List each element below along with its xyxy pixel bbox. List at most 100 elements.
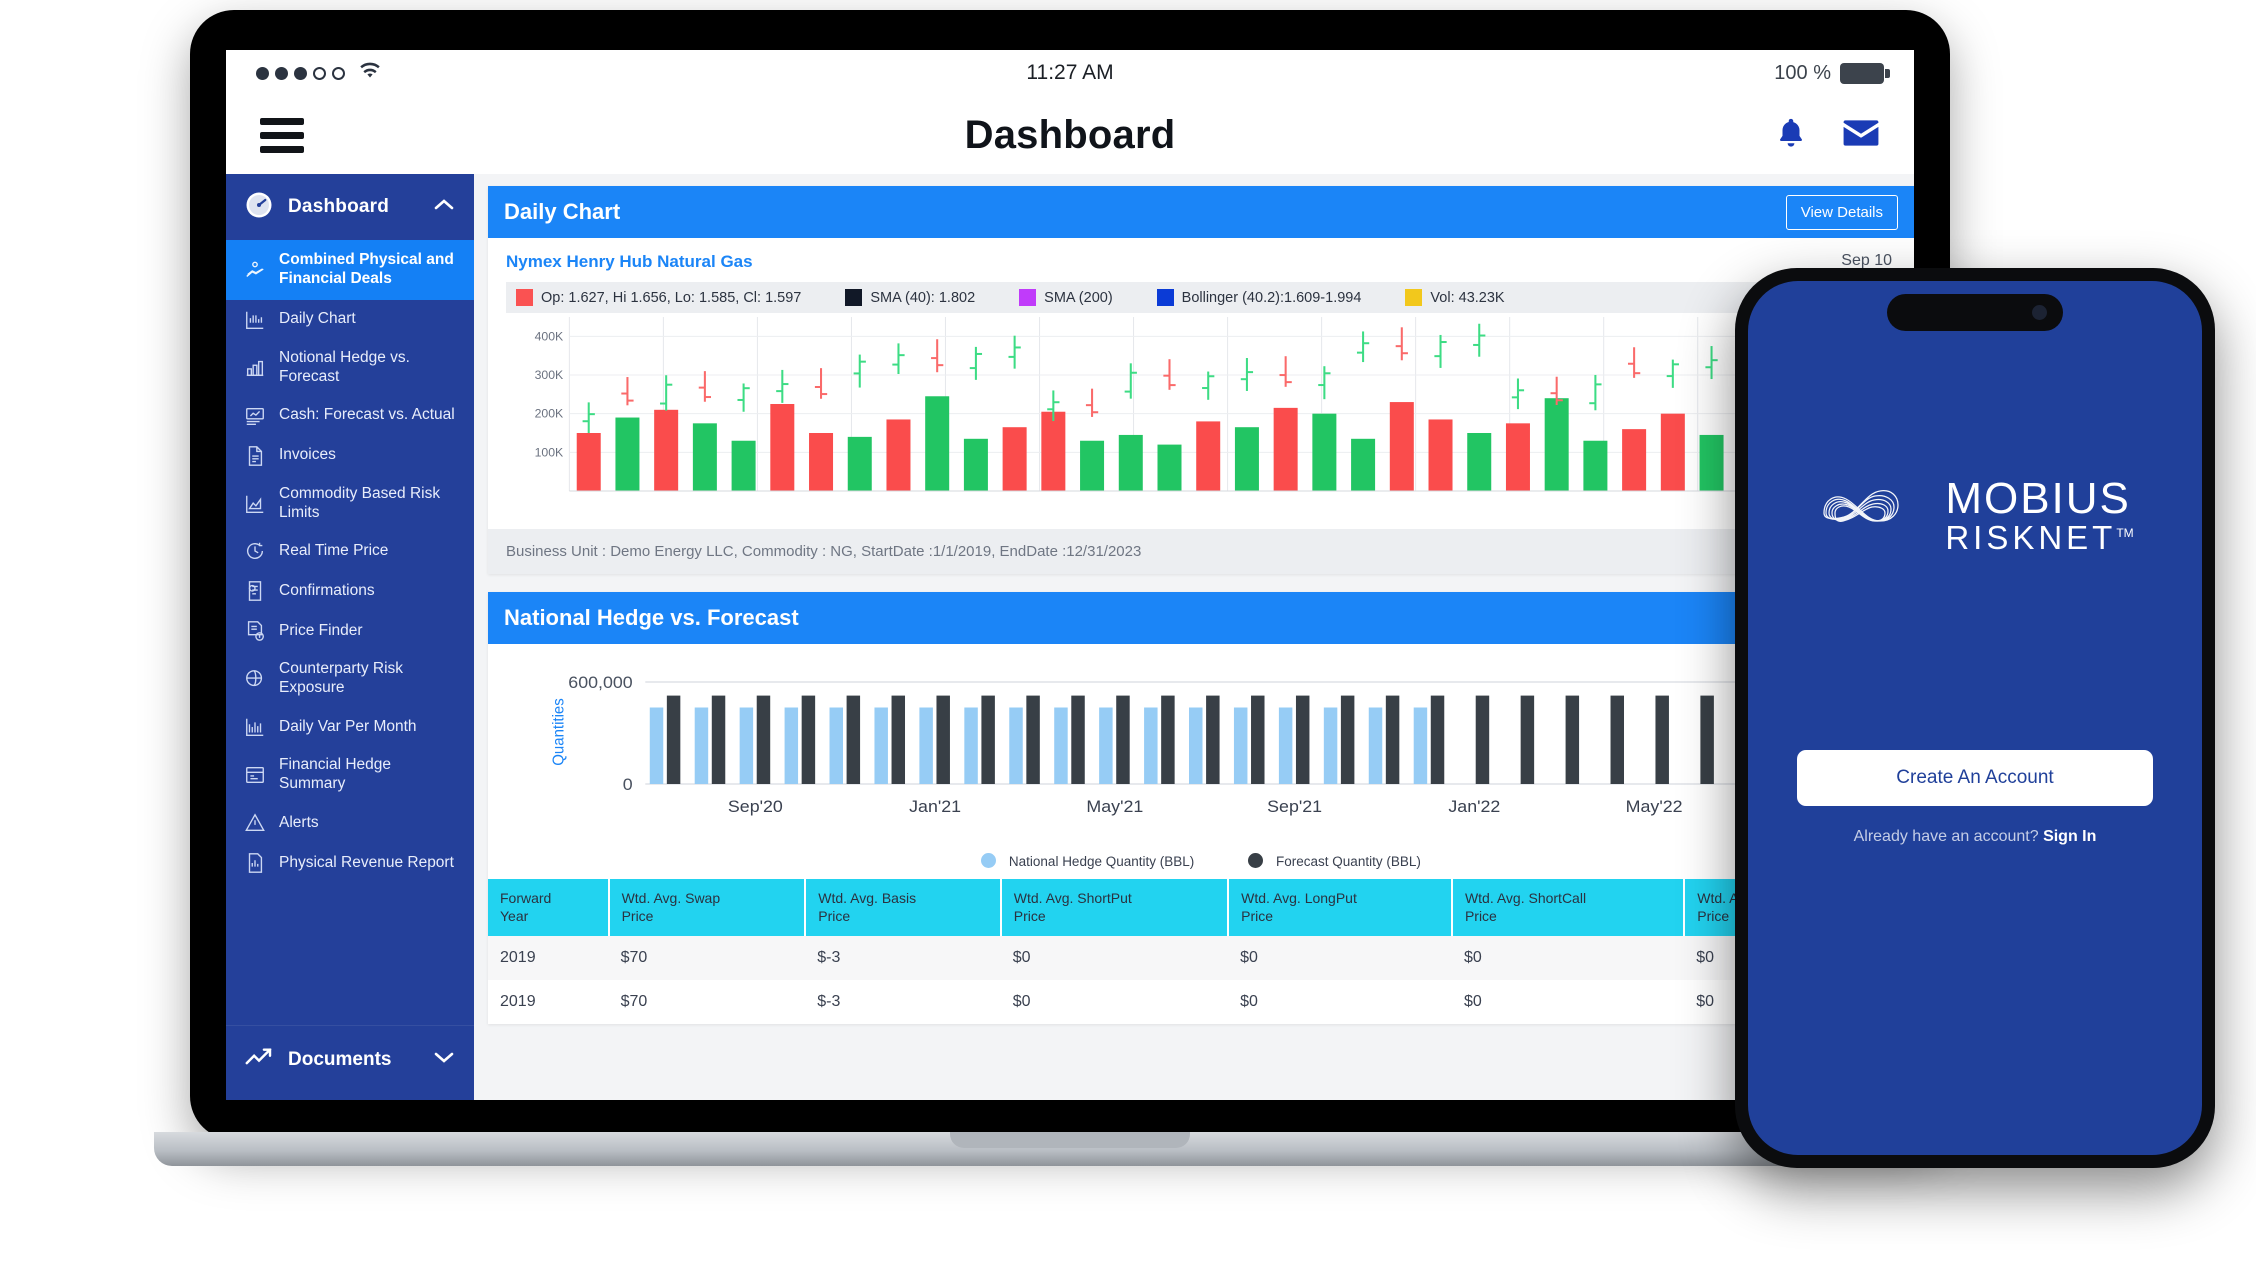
phone-bezel: MOBIUS RISKNETTM Create An Account Alrea… xyxy=(1735,268,2215,1168)
sidebar-header-dashboard[interactable]: Dashboard xyxy=(226,174,474,240)
legend-swatch-bollinger xyxy=(1156,289,1174,306)
trend-line-icon xyxy=(244,1046,274,1074)
sidebar-item-invoices[interactable]: Invoices xyxy=(226,436,474,476)
hamburger-menu-icon[interactable] xyxy=(260,117,304,153)
national-hedge-legend: National Hedge Quantity (BBL) Forecast Q… xyxy=(488,841,1914,879)
sidebar-item-notional-hedge-vs-forecast[interactable]: Notional Hedge vs. Forecast xyxy=(226,340,474,396)
histogram-icon xyxy=(244,716,266,738)
svg-text:Quantities: Quantities xyxy=(550,698,567,766)
sidebar-item-combined-physical-and-financial-deals[interactable]: Combined Physical and Financial Deals xyxy=(226,240,474,300)
table-cell: $70 xyxy=(620,993,648,1010)
front-camera-icon xyxy=(2032,305,2047,320)
table-cell: $-3 xyxy=(817,949,841,966)
svg-text:Jan'21: Jan'21 xyxy=(909,796,961,816)
daily-chart-footer-info: Business Unit : Demo Energy LLC, Commodi… xyxy=(488,529,1914,574)
sidebar-item-confirmations[interactable]: Confirmations xyxy=(226,571,474,611)
sidebar: Dashboard Combined Physical and Financia… xyxy=(226,174,474,1100)
svg-text:100K: 100K xyxy=(535,445,564,459)
table-header-row: Forward Year Wtd. Avg. Swap Price Wtd. Avg. … xyxy=(488,879,1914,936)
table-cell: $0 xyxy=(1012,949,1031,966)
sidebar-item-label: Price Finder xyxy=(279,621,363,639)
document-icon xyxy=(244,445,266,467)
sidebar-item-documents[interactable]: Documents xyxy=(226,1025,474,1100)
sidebar-item-label: Notional Hedge vs. Forecast xyxy=(279,348,410,385)
laptop-bezel: 11:27 AM 100 % Dashboard Dashboard Combi… xyxy=(190,10,1950,1140)
main-content: Daily Chart View Details Nymex Henry Hub… xyxy=(474,174,1914,1100)
sidebar-item-real-time-price[interactable]: Real Time Price xyxy=(226,531,474,571)
brand-name-bottom-text: RISKNET xyxy=(1945,519,2117,556)
brand-name-top: MOBIUS xyxy=(1945,474,2131,523)
trademark-symbol: TM xyxy=(2116,526,2134,540)
legend-forecast-quantity: Forecast Quantity (BBL) xyxy=(1248,853,1421,869)
legend-label-forecast: Forecast Quantity (BBL) xyxy=(1276,854,1421,869)
sidebar-item-counterparty-risk-exposure[interactable]: Counterparty Risk Exposure xyxy=(226,651,474,707)
signin-prompt: Already have an account? Sign In xyxy=(1854,828,2097,846)
legend-ohlc: Op: 1.627, Hi 1.656, Lo: 1.585, Cl: 1.59… xyxy=(516,289,801,306)
legend-national-hedge-quantity: National Hedge Quantity (BBL) xyxy=(981,853,1194,869)
chevron-down-icon[interactable] xyxy=(432,1049,456,1071)
sidebar-item-label: Cash: Forecast vs. Actual xyxy=(279,406,455,424)
daily-chart-subtitle-row: Nymex Henry Hub Natural Gas Sep 10 xyxy=(488,238,1914,274)
national-hedge-chart: 0 600,000 Quantities Sep'20 Jan'21 May'21 Sep'… xyxy=(488,644,1914,841)
table-cell: $70 xyxy=(620,949,648,966)
table-cell: $0 xyxy=(1012,993,1031,1010)
laptop-device: 11:27 AM 100 % Dashboard Dashboard Combi… xyxy=(154,10,1986,1166)
sidebar-item-label: Daily Chart xyxy=(279,310,356,328)
laptop-screen: 11:27 AM 100 % Dashboard Dashboard Combi… xyxy=(226,50,1914,1100)
sidebar-item-physical-revenue-report[interactable]: Physical Revenue Report xyxy=(226,843,474,883)
sidebar-item-daily-chart[interactable]: Daily Chart xyxy=(226,300,474,340)
hedge-summary-icon xyxy=(244,764,266,786)
legend-label-bollinger: Bollinger (40.2):1.609-1.994 xyxy=(1181,289,1362,306)
legend-label-ohlc: Op: 1.627, Hi 1.656, Lo: 1.585, Cl: 1.59… xyxy=(541,289,802,306)
svg-text:May'21: May'21 xyxy=(1086,796,1143,816)
handshake-money-icon xyxy=(244,259,266,281)
table-row[interactable]: 2019 $70 $-3 $0 $0 $0 $0 xyxy=(488,980,1913,1024)
sidebar-item-financial-hedge-summary[interactable]: Financial Hedge Summary xyxy=(226,747,474,803)
sidebar-item-label: Financial Hedge Summary xyxy=(279,756,392,793)
sidebar-item-daily-var-per-month[interactable]: Daily Var Per Month xyxy=(226,707,474,747)
legend-dot-hedge xyxy=(981,853,997,868)
area-chart-icon xyxy=(244,493,266,515)
price-document-icon xyxy=(244,620,266,642)
daily-chart-legend: Op: 1.627, Hi 1.656, Lo: 1.585, Cl: 1.59… xyxy=(506,282,1896,313)
table-column-header: Wtd. Avg. LongPut Price xyxy=(1228,879,1453,936)
battery-indicator: 100 % xyxy=(1774,62,1890,85)
table-column-header: Wtd. Avg. Basis Price xyxy=(805,879,1002,936)
table-cell: $0 xyxy=(1463,949,1482,966)
screenshot-stage: 11:27 AM 100 % Dashboard Dashboard Combi… xyxy=(0,0,2256,1266)
legend-label-sma200: SMA (200) xyxy=(1044,289,1113,306)
sidebar-item-alerts[interactable]: Alerts xyxy=(226,803,474,843)
mail-envelope-icon[interactable] xyxy=(1842,118,1880,153)
legend-swatch-ohlc xyxy=(516,289,533,306)
svg-text:0: 0 xyxy=(623,774,633,794)
sidebar-footer-label: Documents xyxy=(288,1049,392,1070)
create-account-button[interactable]: Create An Account xyxy=(1797,750,2153,806)
view-details-button[interactable]: View Details xyxy=(1785,194,1898,230)
svg-text:May'22: May'22 xyxy=(1626,796,1683,816)
sidebar-item-price-finder[interactable]: Price Finder xyxy=(226,611,474,651)
battery-icon xyxy=(1840,62,1890,84)
chevron-up-icon[interactable] xyxy=(432,197,456,218)
signin-prompt-text: Already have an account? xyxy=(1853,828,2044,845)
sidebar-item-cash-forecast-vs-actual[interactable]: Cash: Forecast vs. Actual xyxy=(226,396,474,436)
notification-bell-icon[interactable] xyxy=(1774,115,1808,156)
warning-triangle-icon xyxy=(244,812,266,834)
national-hedge-card: National Hedge vs. Forecast 0 600,000 Quan… xyxy=(488,592,1914,1024)
table-column-header: Wtd. Avg. Swap Price xyxy=(608,879,807,936)
daily-chart-title: Daily Chart xyxy=(504,199,621,224)
table-column-header: Wtd. Avg. ShortCall Price xyxy=(1451,879,1686,936)
candlestick-chart: 100K 200K 300K 400K xyxy=(506,313,1896,519)
sign-in-link[interactable]: Sign In xyxy=(2043,828,2096,845)
status-bar-clock: 11:27 AM xyxy=(1026,61,1114,84)
daily-chart-card: Daily Chart View Details Nymex Henry Hub… xyxy=(488,186,1914,574)
brand-text: MOBIUS RISKNETTM xyxy=(1945,474,2134,556)
page-title: Dashboard xyxy=(964,112,1176,157)
sidebar-item-commodity-based-risk-limits[interactable]: Commodity Based Risk Limits xyxy=(226,476,474,532)
table-cell: $-3 xyxy=(817,993,841,1010)
forward-year-table: Forward Year Wtd. Avg. Swap Price Wtd. Avg. … xyxy=(488,879,1914,1024)
sidebar-item-label: Real Time Price xyxy=(279,541,389,559)
sidebar-item-label: Alerts xyxy=(279,813,319,831)
bar-chart-icon xyxy=(244,309,266,331)
table-row[interactable]: 2019 $70 $-3 $0 $0 $0 $0 xyxy=(488,936,1913,980)
table-cell: $0 xyxy=(1240,993,1258,1010)
